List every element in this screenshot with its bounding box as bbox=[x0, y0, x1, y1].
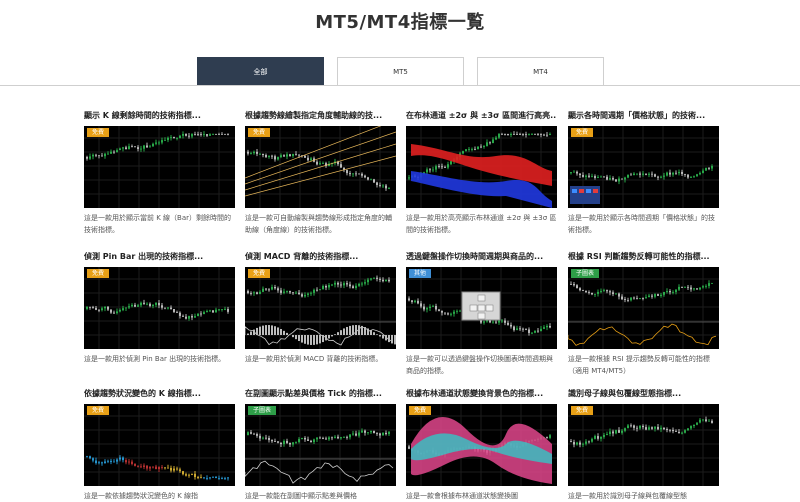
tab-divider bbox=[0, 85, 800, 86]
card-title[interactable]: 顯示 K 線剩餘時間的技術指標... bbox=[84, 110, 235, 122]
chart-graphic bbox=[84, 126, 235, 208]
tab-mt4[interactable]: MT4 bbox=[477, 57, 604, 85]
chart-thumbnail[interactable]: 免費 bbox=[568, 126, 719, 208]
badge: 免費 bbox=[571, 406, 593, 415]
card-description: 這是一款依據趨勢狀況變色的 K 線指 bbox=[84, 490, 235, 502]
chart-graphic bbox=[568, 404, 719, 486]
chart-thumbnail[interactable]: 免費 bbox=[568, 404, 719, 486]
card-title[interactable]: 偵測 Pin Bar 出現的技術指標... bbox=[84, 251, 235, 263]
card-description: 這是一款可以透過鍵盤操作切換圖表時間週期與商品的指標。 bbox=[406, 353, 557, 377]
indicator-card[interactable]: 顯示各時間週期「價格狀態」的技術... 免費這是一款用於顯示各時間週期「價格狀態」… bbox=[568, 110, 719, 236]
card-description: 這是一款用於顯示當前 K 線（Bar）剩餘時間的技術指標。 bbox=[84, 212, 235, 236]
indicator-card[interactable]: 透過鍵盤操作切換時間週期與商品的... 其他這是一款可以透過鍵盤操作切換圖表時間週… bbox=[406, 251, 557, 377]
card-title[interactable]: 依據趨勢狀況變色的 K 線指標... bbox=[84, 388, 235, 400]
badge: 其他 bbox=[409, 269, 431, 278]
chart-graphic bbox=[568, 126, 719, 208]
card-description: 這是一款用於顯示各時間週期「價格狀態」的技術指標。 bbox=[568, 212, 719, 236]
card-description: 這是一款用於偵測 Pin Bar 出現的技術指標。 bbox=[84, 353, 235, 365]
badge: 免費 bbox=[248, 269, 270, 278]
indicator-card[interactable]: 根據布林通道狀態變換背景色的指標... 免費這是一款會根據布林通道狀態變換圖 bbox=[406, 388, 557, 502]
card-title[interactable]: 在副圖顯示點差與價格 Tick 的指標... bbox=[245, 388, 396, 400]
card-title[interactable]: 根據趨勢線繪製指定角度輔助線的技... bbox=[245, 110, 396, 122]
badge: 免費 bbox=[87, 269, 109, 278]
chart-thumbnail[interactable]: 免費 bbox=[84, 267, 235, 349]
card-description: 這是一款用於高亮顯示布林通道 ±2σ 與 ±3σ 區間的技術指標。 bbox=[406, 212, 557, 236]
chart-graphic bbox=[245, 404, 396, 486]
card-title[interactable]: 顯示各時間週期「價格狀態」的技術... bbox=[568, 110, 719, 122]
tab-label: MT4 bbox=[533, 68, 548, 76]
card-title[interactable]: 偵測 MACD 背離的技術指標... bbox=[245, 251, 396, 263]
badge: 子圖表 bbox=[571, 269, 599, 278]
indicator-card[interactable]: 在布林通道 ±2σ 與 ±3σ 區間進行高亮... 這是一款用於高亮顯示布林通道 … bbox=[406, 110, 557, 236]
card-description: 這是一款會根據布林通道狀態變換圖 bbox=[406, 490, 557, 502]
indicator-card[interactable]: 偵測 MACD 背離的技術指標... 免費這是一款用於偵測 MACD 背離的技術指… bbox=[245, 251, 396, 365]
card-description: 這是一款根據 RSI 提示趨勢反轉可能性的指標（適用 MT4/MT5） bbox=[568, 353, 719, 377]
card-description: 這是一款用於偵測 MACD 背離的技術指標。 bbox=[245, 353, 396, 365]
indicator-card[interactable]: 根據 RSI 判斷趨勢反轉可能性的指標... 子圖表這是一款根據 RSI 提示趨勢… bbox=[568, 251, 719, 377]
indicator-card[interactable]: 依據趨勢狀況變色的 K 線指標... 免費這是一款依據趨勢狀況變色的 K 線指 bbox=[84, 388, 235, 502]
card-description: 這是一款可自動繪製與趨勢線形成指定角度的輔助線（角度線）的技術指標。 bbox=[245, 212, 396, 236]
chart-thumbnail[interactable]: 免費 bbox=[245, 267, 396, 349]
badge: 免費 bbox=[571, 128, 593, 137]
chart-graphic bbox=[245, 267, 396, 349]
tab-label: MT5 bbox=[393, 68, 408, 76]
chart-graphic bbox=[84, 404, 235, 486]
chart-graphic bbox=[406, 404, 557, 486]
card-title[interactable]: 根據 RSI 判斷趨勢反轉可能性的指標... bbox=[568, 251, 719, 263]
chart-graphic bbox=[84, 267, 235, 349]
indicator-card[interactable]: 識別母子線與包覆線型態指標... 免費這是一款用於識別母子線與包覆線型態 bbox=[568, 388, 719, 502]
indicator-card[interactable]: 在副圖顯示點差與價格 Tick 的指標... 子圖表這是一款能在副圖中顯示點差與價… bbox=[245, 388, 396, 502]
chart-thumbnail[interactable]: 子圖表 bbox=[245, 404, 396, 486]
chart-graphic bbox=[568, 267, 719, 349]
chart-thumbnail[interactable]: 其他 bbox=[406, 267, 557, 349]
chart-thumbnail[interactable]: 子圖表 bbox=[568, 267, 719, 349]
chart-thumbnail[interactable]: 免費 bbox=[84, 126, 235, 208]
indicator-card[interactable]: 根據趨勢線繪製指定角度輔助線的技... 免費這是一款可自動繪製與趨勢線形成指定角度… bbox=[245, 110, 396, 236]
badge: 免費 bbox=[248, 128, 270, 137]
indicator-card[interactable]: 顯示 K 線剩餘時間的技術指標... 免費這是一款用於顯示當前 K 線（Bar）剩… bbox=[84, 110, 235, 236]
card-title[interactable]: 根據布林通道狀態變換背景色的指標... bbox=[406, 388, 557, 400]
chart-thumbnail[interactable]: 免費 bbox=[84, 404, 235, 486]
card-description: 這是一款能在副圖中顯示點差與價格 bbox=[245, 490, 396, 502]
card-title[interactable]: 識別母子線與包覆線型態指標... bbox=[568, 388, 719, 400]
card-title[interactable]: 在布林通道 ±2σ 與 ±3σ 區間進行高亮... bbox=[406, 110, 557, 122]
indicator-card[interactable]: 偵測 Pin Bar 出現的技術指標... 免費這是一款用於偵測 Pin Bar … bbox=[84, 251, 235, 365]
chart-thumbnail[interactable]: 免費 bbox=[406, 404, 557, 486]
chart-graphic bbox=[406, 126, 557, 208]
badge: 免費 bbox=[87, 406, 109, 415]
badge: 免費 bbox=[87, 128, 109, 137]
chart-thumbnail[interactable] bbox=[406, 126, 557, 208]
card-description: 這是一款用於識別母子線與包覆線型態 bbox=[568, 490, 719, 502]
badge: 子圖表 bbox=[248, 406, 276, 415]
badge: 免費 bbox=[409, 406, 431, 415]
tab-all[interactable]: 全部 bbox=[197, 57, 324, 85]
chart-graphic bbox=[245, 126, 396, 208]
chart-graphic bbox=[406, 267, 557, 349]
page-title: MT5/MT4指標一覧 bbox=[0, 8, 800, 34]
tab-label: 全部 bbox=[254, 68, 268, 76]
card-title[interactable]: 透過鍵盤操作切換時間週期與商品的... bbox=[406, 251, 557, 263]
tab-mt5[interactable]: MT5 bbox=[337, 57, 464, 85]
chart-thumbnail[interactable]: 免費 bbox=[245, 126, 396, 208]
